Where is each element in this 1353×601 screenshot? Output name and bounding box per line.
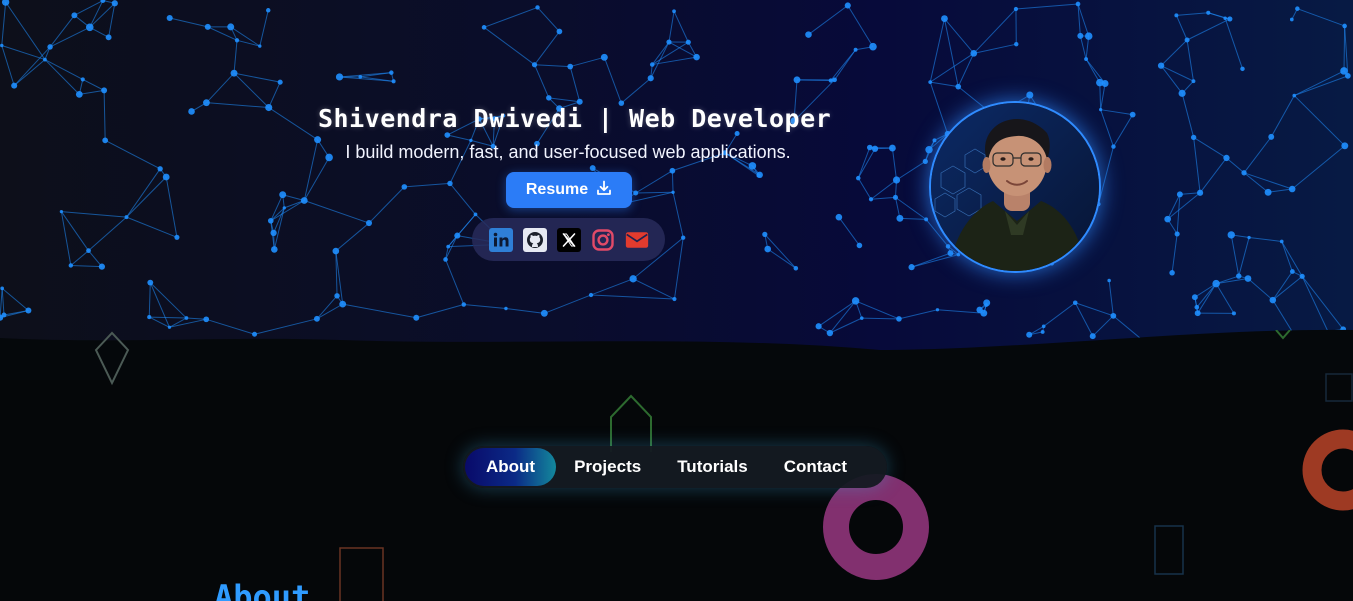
tab-about[interactable]: About (465, 448, 557, 486)
rect-shape-brown (339, 547, 384, 601)
download-icon (596, 180, 612, 201)
main-nav: About Projects Tutorials Contact (463, 446, 887, 488)
social-links-bar (472, 218, 665, 261)
ring-shape-magenta (823, 474, 929, 580)
network-background (0, 0, 1351, 346)
tab-projects[interactable]: Projects (556, 448, 659, 486)
pentagon-shape (610, 394, 652, 452)
tab-contact[interactable]: Contact (766, 448, 865, 486)
email-icon[interactable] (625, 228, 649, 252)
hero-section: Shivendra Dwivedi | Web Developer I buil… (0, 0, 1353, 360)
resume-label: Resume (525, 181, 589, 198)
about-heading: About (214, 578, 311, 601)
tab-tutorials[interactable]: Tutorials (659, 448, 766, 486)
hero-title: Shivendra Dwivedi | Web Developer (318, 104, 832, 133)
github-icon[interactable] (522, 227, 547, 252)
x-twitter-icon[interactable] (556, 227, 581, 252)
resume-button[interactable]: Resume (506, 172, 632, 208)
ring-shape-orange (1302, 429, 1353, 511)
avatar (929, 101, 1101, 273)
rect-shape-dark (1325, 373, 1353, 402)
rect-shape-blue (1154, 525, 1184, 575)
instagram-icon[interactable] (591, 228, 615, 252)
linkedin-icon[interactable] (488, 227, 513, 252)
chevron-shape (1275, 330, 1291, 340)
diamond-shape (94, 331, 130, 386)
hero-subtitle: I build modern, fast, and user-focused w… (345, 142, 791, 162)
